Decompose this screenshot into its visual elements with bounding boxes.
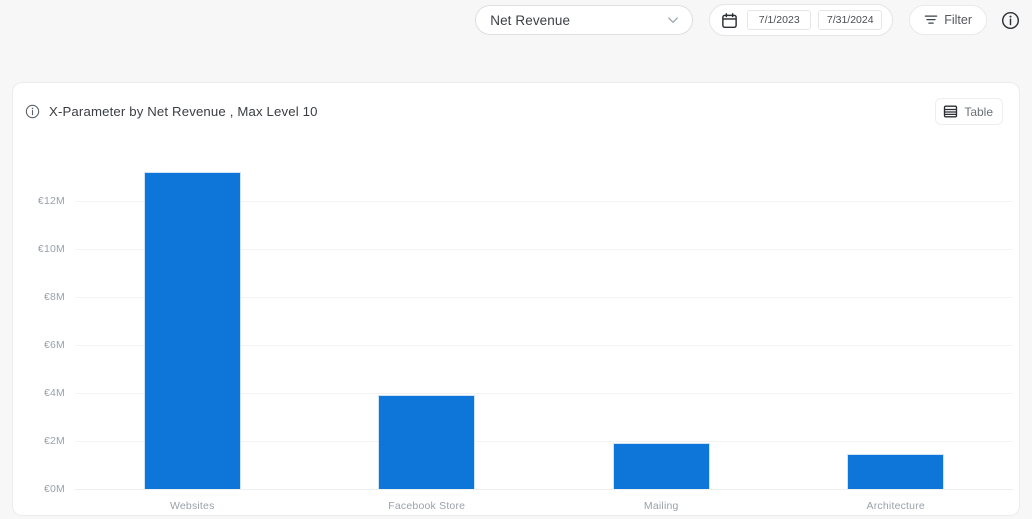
bar-chart-plot: €0M €2M €4M €6M €8M €10M €12M Websites Facebook… bbox=[13, 139, 1021, 517]
metric-select-value: Net Revenue bbox=[490, 12, 571, 28]
filter-button-label: Filter bbox=[944, 13, 972, 27]
page-title: X-Parameter by Net Revenue , Max Level 1… bbox=[49, 103, 318, 119]
x-axis: Websites Facebook Store Mailing Architectur… bbox=[13, 139, 1021, 517]
x-axis-tick-label: Architecture bbox=[866, 500, 925, 512]
date-start-input[interactable] bbox=[747, 10, 812, 30]
chevron-down-icon bbox=[666, 13, 680, 27]
info-circle-icon[interactable] bbox=[25, 104, 40, 119]
info-circle-icon[interactable] bbox=[1001, 11, 1020, 30]
chart-card-header: X-Parameter by Net Revenue , Max Level 1… bbox=[13, 83, 1019, 139]
top-toolbar: Net Revenue Filter bbox=[0, 0, 1032, 40]
x-axis-tick-label: Mailing bbox=[643, 500, 679, 512]
filter-icon bbox=[924, 13, 938, 27]
x-axis-tick-label: Facebook Store bbox=[388, 500, 466, 512]
calendar-icon bbox=[721, 12, 738, 29]
chart-title-group: X-Parameter by Net Revenue , Max Level 1… bbox=[13, 104, 318, 119]
metric-select[interactable]: Net Revenue bbox=[475, 5, 694, 35]
date-end-input[interactable] bbox=[818, 10, 883, 30]
filter-button[interactable]: Filter bbox=[909, 5, 987, 35]
x-axis-tick-label: Websites bbox=[169, 500, 215, 512]
date-range-picker[interactable] bbox=[709, 4, 894, 36]
chart-card: X-Parameter by Net Revenue , Max Level 1… bbox=[12, 82, 1020, 516]
table-view-label: Table bbox=[964, 104, 993, 119]
table-view-button[interactable]: Table bbox=[935, 98, 1003, 125]
table-icon bbox=[943, 104, 958, 119]
